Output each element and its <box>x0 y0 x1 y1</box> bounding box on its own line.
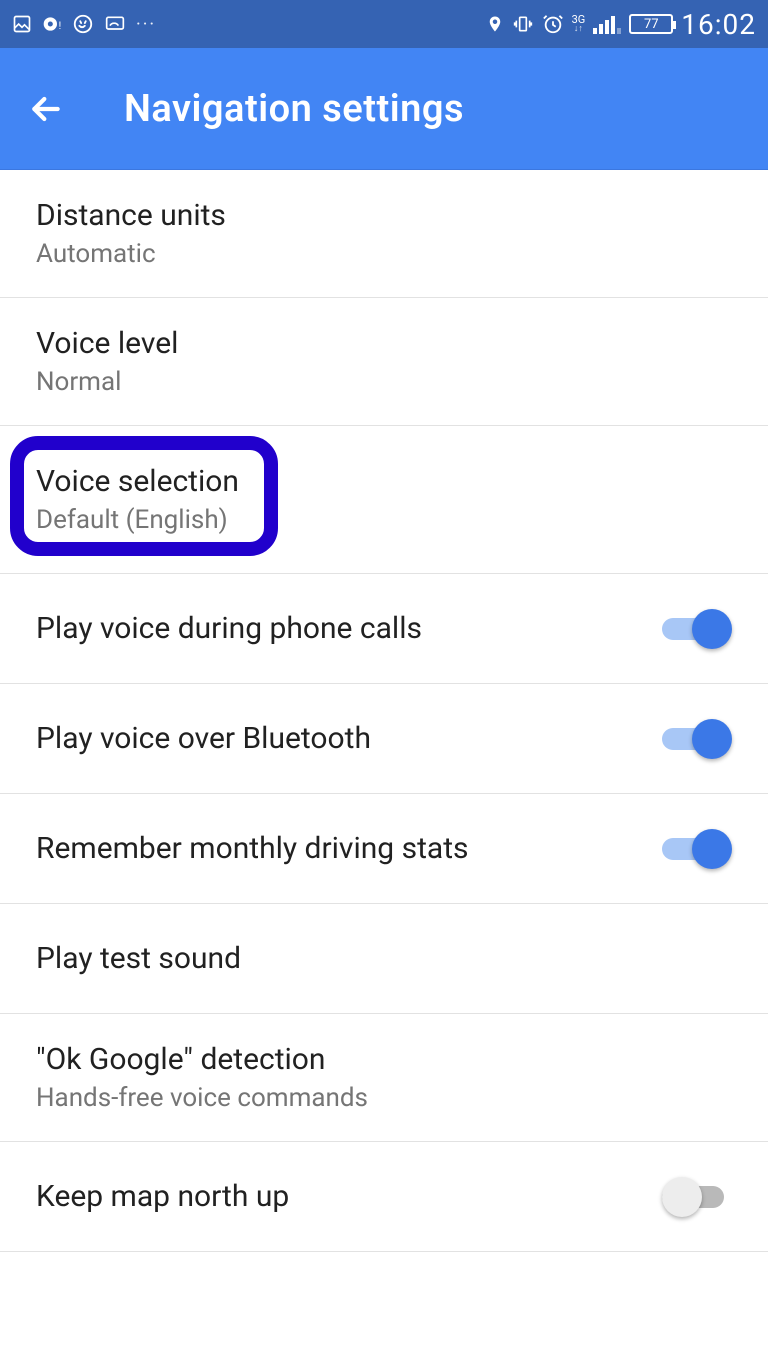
whatsapp-icon <box>72 13 94 35</box>
setting-value: Normal <box>36 367 178 397</box>
toggle-play-voice-calls[interactable] <box>662 611 732 647</box>
setting-title: Play voice during phone calls <box>36 611 422 646</box>
back-arrow-icon <box>26 89 66 129</box>
setting-value: Default (English) <box>36 505 239 535</box>
location-icon <box>486 13 504 35</box>
app-bar: Navigation settings <box>0 48 768 170</box>
setting-ok-google[interactable]: "Ok Google" detection Hands-free voice c… <box>0 1014 768 1142</box>
status-clock: 16:02 <box>681 8 756 41</box>
status-right: 3G ↓↑ 77 16:02 <box>486 8 756 41</box>
setting-title: Keep map north up <box>36 1179 289 1214</box>
toggle-play-voice-bluetooth[interactable] <box>662 721 732 757</box>
setting-title: Play voice over Bluetooth <box>36 721 371 756</box>
setting-play-test-sound[interactable]: Play test sound <box>0 904 768 1014</box>
vibrate-icon <box>512 14 534 34</box>
back-button[interactable] <box>24 87 68 131</box>
settings-list: Distance units Automatic Voice level Nor… <box>0 170 768 1252</box>
gallery-icon <box>12 14 32 34</box>
setting-title: Voice selection <box>36 464 239 499</box>
setting-title: Remember monthly driving stats <box>36 831 469 866</box>
toggle-keep-north-up[interactable] <box>662 1179 732 1215</box>
signal-icon <box>593 14 621 34</box>
page-title: Navigation settings <box>124 87 464 131</box>
cast-icon <box>104 14 126 34</box>
setting-title: Play test sound <box>36 941 241 976</box>
setting-remember-stats[interactable]: Remember monthly driving stats <box>0 794 768 904</box>
alarm-icon <box>542 13 564 35</box>
setting-voice-level[interactable]: Voice level Normal <box>0 298 768 426</box>
svg-text:!: ! <box>59 21 62 32</box>
setting-title: "Ok Google" detection <box>36 1042 368 1077</box>
data-arrows-icon: ↓↑ <box>574 25 583 34</box>
more-notifications-icon: ··· <box>136 14 156 35</box>
disc-alert-icon: ! <box>42 14 62 34</box>
network-type: 3G <box>572 15 586 25</box>
setting-keep-north-up[interactable]: Keep map north up <box>0 1142 768 1252</box>
toggle-remember-stats[interactable] <box>662 831 732 867</box>
setting-value: Hands-free voice commands <box>36 1083 368 1113</box>
battery-level: 77 <box>644 17 659 32</box>
setting-value: Automatic <box>36 239 226 269</box>
setting-title: Voice level <box>36 326 178 361</box>
battery-icon: 77 <box>629 14 673 34</box>
setting-title: Distance units <box>36 198 226 233</box>
setting-play-voice-calls[interactable]: Play voice during phone calls <box>0 574 768 684</box>
status-left: ! ··· <box>12 13 156 35</box>
setting-voice-selection[interactable]: Voice selection Default (English) <box>0 426 768 574</box>
setting-play-voice-bluetooth[interactable]: Play voice over Bluetooth <box>0 684 768 794</box>
status-bar: ! ··· 3G ↓↑ 77 16:02 <box>0 0 768 48</box>
setting-distance-units[interactable]: Distance units Automatic <box>0 170 768 298</box>
